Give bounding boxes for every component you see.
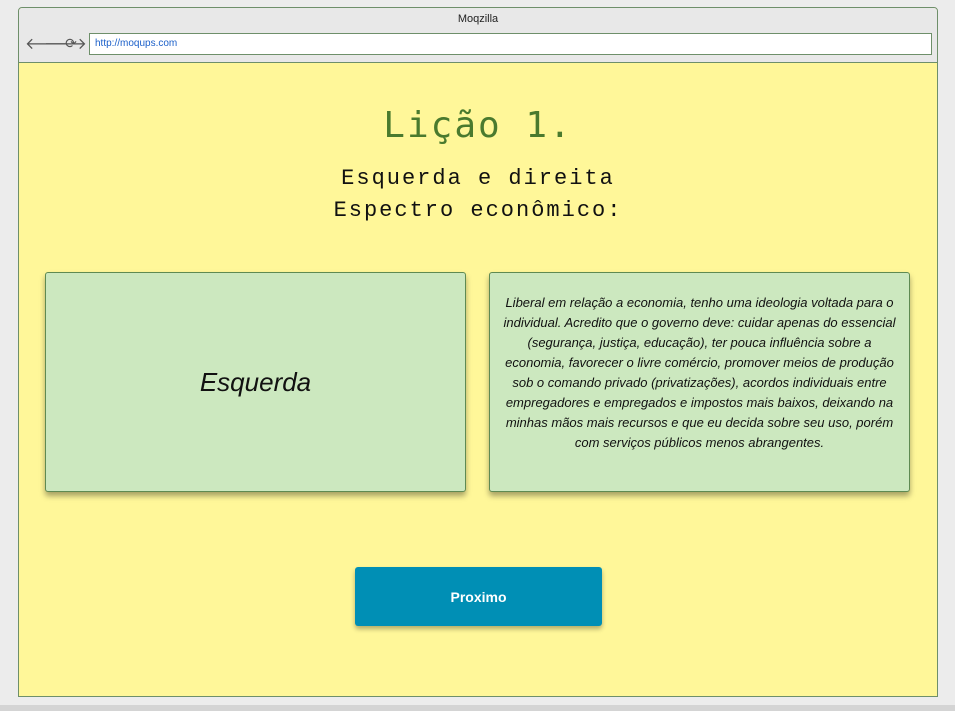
definition-text: Liberal em relação a economia, tenho uma… [503, 295, 896, 450]
bottom-scrollbar [0, 705, 955, 711]
nav-buttons: 🡐 🡒 ⟳ [25, 34, 87, 54]
term-card[interactable]: Esquerda [45, 272, 466, 492]
address-bar[interactable]: http://moqups.com [89, 33, 932, 55]
window-title: Moqzilla [457, 13, 499, 25]
back-arrow-icon[interactable]: 🡐 [25, 35, 68, 53]
browser-window: Moqzilla 🡐 🡒 ⟳ http://moqups.com Lição 1… [18, 7, 938, 697]
lesson-subtitle-line2: Espectro econômico: [333, 198, 623, 223]
lesson-heading: Lição 1. [383, 105, 573, 146]
definition-card[interactable]: Liberal em relação a economia, tenho uma… [489, 272, 910, 492]
term-label: Esquerda [199, 366, 312, 397]
lesson-subtitle-line1: Esquerda e direita [341, 166, 615, 191]
page-content: Lição 1. Esquerda e direita Espectro eco… [19, 63, 937, 696]
next-button[interactable]: Proximo [355, 567, 602, 626]
reload-icon[interactable]: ⟳ [63, 35, 79, 53]
browser-titlebar: Moqzilla 🡐 🡒 ⟳ http://moqups.com [19, 8, 937, 63]
forward-arrow-icon[interactable]: 🡒 [44, 35, 87, 53]
